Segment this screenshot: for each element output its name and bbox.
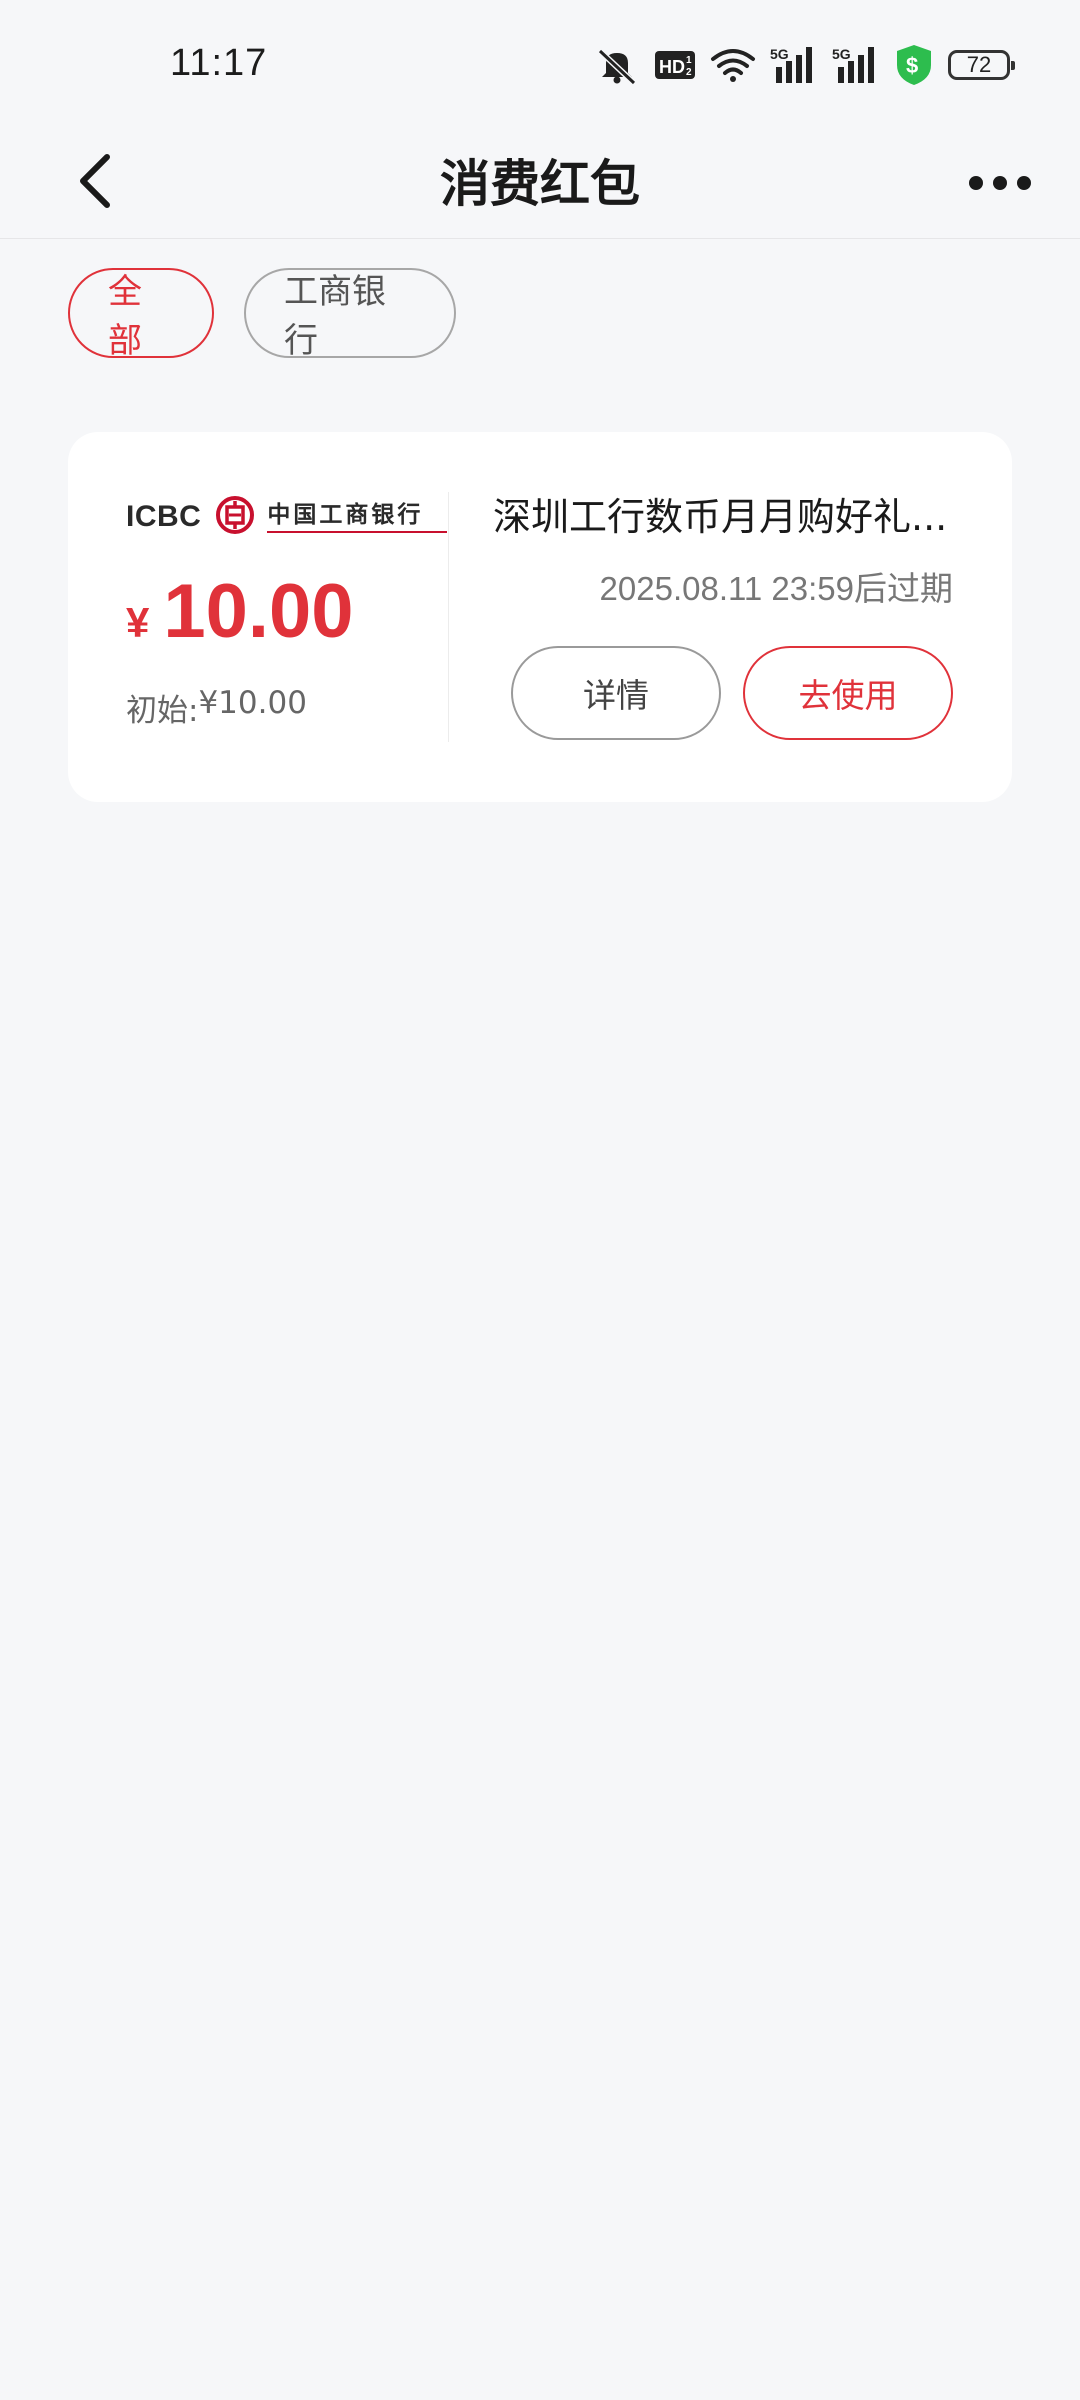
svg-text:5G: 5G bbox=[770, 46, 789, 62]
coupon-info-panel: 深圳工行数币月月购好礼... 2025.08.11 23:59后过期 详情 去使… bbox=[493, 492, 953, 740]
bell-muted-icon bbox=[594, 45, 640, 85]
coupon-expiry: 2025.08.11 23:59后过期 bbox=[599, 570, 953, 607]
bank-name-cn: 中国工商银行 bbox=[267, 502, 424, 528]
svg-text:5G: 5G bbox=[832, 46, 851, 62]
svg-text:1: 1 bbox=[686, 55, 692, 66]
app-header: 消费红包 bbox=[0, 130, 1080, 239]
battery-icon: 72 bbox=[948, 50, 1015, 80]
detail-button[interactable]: 详情 bbox=[511, 646, 721, 740]
svg-text:2: 2 bbox=[686, 67, 692, 78]
5g-signal-icon: 5G bbox=[770, 45, 818, 85]
page-title: 消费红包 bbox=[440, 155, 640, 213]
card-divider bbox=[448, 492, 449, 742]
logo-underline bbox=[267, 531, 448, 533]
5g-signal-icon: 5G bbox=[832, 45, 880, 85]
coupon-actions: 详情 去使用 bbox=[493, 646, 953, 740]
back-arrow-icon bbox=[75, 151, 115, 215]
initial-label: 初始: bbox=[126, 693, 199, 729]
more-button[interactable] bbox=[960, 150, 1040, 220]
initial-amount-row: 初始: ¥10.00 bbox=[126, 685, 456, 730]
status-time: 11:17 bbox=[170, 42, 268, 84]
filter-bar: 全部 工商银行 bbox=[68, 268, 456, 361]
coupon-title: 深圳工行数币月月购好礼... bbox=[493, 495, 948, 539]
more-dots-icon bbox=[968, 173, 1032, 197]
icbc-seal-icon bbox=[215, 495, 255, 539]
svg-text:$: $ bbox=[906, 53, 918, 78]
amount-row: ¥ 10.00 bbox=[126, 568, 456, 655]
filter-chip-all[interactable]: 全部 bbox=[68, 268, 214, 361]
bank-name-en: ICBC bbox=[126, 500, 202, 533]
shield-dollar-icon: $ bbox=[894, 43, 934, 87]
filter-chip-icbc[interactable]: 工商银行 bbox=[244, 268, 456, 361]
currency-symbol: ¥ bbox=[126, 599, 150, 646]
wifi-icon bbox=[710, 47, 756, 83]
svg-text:HD: HD bbox=[659, 57, 685, 77]
coupon-card[interactable]: ICBC 中国工商银行 ¥ 10.00 初始: ¥10.00 深圳工行数币月月购… bbox=[68, 432, 1012, 802]
use-button[interactable]: 去使用 bbox=[743, 646, 953, 740]
hd-icon: HD 1 2 bbox=[654, 49, 696, 81]
icbc-logo: ICBC 中国工商银行 bbox=[126, 492, 456, 542]
coupon-amount: 10.00 bbox=[163, 569, 354, 654]
coupon-amount-panel: ICBC 中国工商银行 ¥ 10.00 初始: ¥10.00 bbox=[126, 492, 456, 730]
status-bar: 11:17 HD 1 2 5G 5G $ 72 bbox=[0, 0, 1080, 130]
back-button[interactable] bbox=[60, 148, 130, 218]
status-icons: HD 1 2 5G 5G $ 72 bbox=[594, 40, 1015, 90]
initial-value: ¥10.00 bbox=[198, 685, 307, 721]
